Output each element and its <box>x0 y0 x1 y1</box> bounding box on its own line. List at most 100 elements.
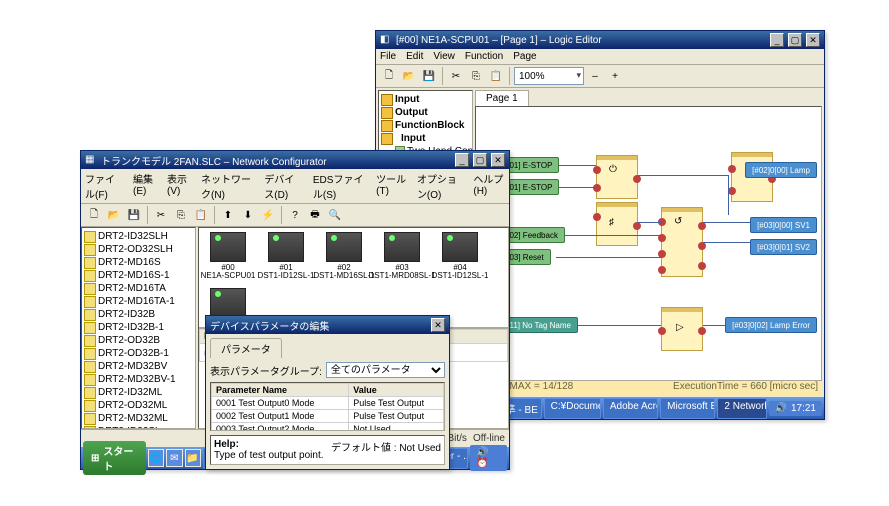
menu-edit[interactable]: Edit <box>406 51 423 62</box>
menu-item[interactable]: デバイス(D) <box>264 171 303 201</box>
tb-upload-icon[interactable]: ⬆ <box>219 206 237 224</box>
menu-item[interactable]: ヘルプ(H) <box>473 171 505 201</box>
fn-block-5[interactable]: ▷ <box>661 307 703 351</box>
tb-copy-icon[interactable]: ⎘ <box>467 67 485 85</box>
device-type-node[interactable]: DRT2-MD32BV-1 <box>84 373 193 386</box>
quicklaunch-icon[interactable]: ✉ <box>166 449 182 467</box>
tb-cut-icon[interactable]: ✂ <box>447 67 465 85</box>
quicklaunch-icon[interactable]: 🌐 <box>148 449 164 467</box>
device-type-node[interactable]: DRT2-OD32B <box>84 334 193 347</box>
network-device-map[interactable]: #00NE1A-SCPU01#01DST1-ID12SL-1#02DST1-MD… <box>199 228 508 328</box>
device-type-node[interactable]: DRT2-MD16S-1 <box>84 269 193 282</box>
tb-new-icon[interactable]: 🗋 <box>85 206 103 224</box>
device-icon[interactable]: #04DST1-ID12SL-1 <box>435 232 485 280</box>
menu-item[interactable]: ファイル(F) <box>85 171 123 201</box>
quicklaunch-icon[interactable]: 📁 <box>185 449 201 467</box>
minimize-button[interactable]: _ <box>770 33 784 47</box>
menu-item[interactable]: 表示(V) <box>167 171 191 201</box>
tb-download-icon[interactable]: ⬇ <box>239 206 257 224</box>
maximize-button[interactable]: ▢ <box>473 153 487 167</box>
tb-open-icon[interactable]: 📂 <box>105 206 123 224</box>
device-type-tree[interactable]: DRT2-ID32SLHDRT2-OD32SLHDRT2-MD16SDRT2-M… <box>81 227 196 429</box>
parameter-row[interactable]: 0002 Test Output1 ModePulse Test Output <box>212 410 444 423</box>
parameter-table[interactable]: Parameter Name Value 0001 Test Output0 M… <box>210 382 445 431</box>
device-icon[interactable]: #02DST1-MD16SL-1 <box>319 232 369 280</box>
tb-paste-icon[interactable]: 📋 <box>487 67 505 85</box>
start-button[interactable]: ⊞ スタート <box>83 441 146 475</box>
tb-cut-icon[interactable]: ✂ <box>152 206 170 224</box>
device-icon[interactable]: #03DST1-MRD08SL-1 <box>377 232 427 280</box>
menu-page[interactable]: Page <box>513 51 536 62</box>
tree-fb-group[interactable]: FunctionBlock <box>381 119 470 132</box>
system-tray[interactable]: 🔊 ⏰ <box>470 445 507 471</box>
logic-output-block[interactable]: [#03]0[00] SV1 <box>750 217 817 233</box>
system-tray[interactable]: 🔊 17:21 <box>769 401 822 416</box>
menu-item[interactable]: ツール(T) <box>376 171 407 201</box>
device-icon[interactable]: #00NE1A-SCPU01 <box>203 232 253 280</box>
logic-output-block[interactable]: [#02]0[00] Lamp <box>745 162 817 178</box>
device-icon[interactable]: #01DST1-ID12SL-1 <box>261 232 311 280</box>
device-type-node[interactable]: DRT2-MD16TA-1 <box>84 295 193 308</box>
tb-copy-icon[interactable]: ⎘ <box>172 206 190 224</box>
device-type-node[interactable]: DRT2-MD16S <box>84 256 193 269</box>
menu-item[interactable]: オプション(O) <box>417 171 463 201</box>
logic-canvas[interactable]: ⏻ ♯ ↺ ⊏ ▷ [#01]0[01] E-STOP[#01]0[01] E-… <box>475 106 822 381</box>
tb-online-icon[interactable]: ⚡ <box>259 206 277 224</box>
maximize-button[interactable]: ▢ <box>788 33 802 47</box>
zoom-combo[interactable]: 100% <box>514 67 584 85</box>
fn-block-1[interactable]: ⏻ <box>596 155 638 199</box>
tb-save-icon[interactable]: 💾 <box>125 206 143 224</box>
close-button[interactable]: ✕ <box>431 318 445 332</box>
fn-block-2[interactable]: ♯ <box>596 202 638 246</box>
taskbar-button[interactable]: C:¥Documents .. <box>544 398 601 419</box>
tb-find-icon[interactable]: 🔍 <box>326 206 344 224</box>
tb-paste-icon[interactable]: 📋 <box>192 206 210 224</box>
tab-page1[interactable]: Page 1 <box>475 90 529 106</box>
le-titlebar[interactable]: ◧ [#00] NE1A-SCPU01 – [Page 1] – Logic E… <box>376 31 824 49</box>
taskbar-button[interactable]: Microsoft Exce.. <box>660 398 715 419</box>
params-titlebar[interactable]: デバイスパラメータの編集 ✕ <box>206 316 449 334</box>
menu-function[interactable]: Function <box>465 51 503 62</box>
fn-block-3[interactable]: ↺ <box>661 207 703 277</box>
device-type-node[interactable]: DRT2-ID32SLH <box>84 230 193 243</box>
menu-item[interactable]: 編集(E) <box>133 171 157 201</box>
col-paramname[interactable]: Parameter Name <box>212 384 349 397</box>
tree-output-group[interactable]: Output <box>381 106 470 119</box>
device-type-node[interactable]: DRT2-OD32SLH <box>84 243 193 256</box>
tb-help-icon[interactable]: ? <box>286 206 304 224</box>
status-online: Off-line <box>473 433 505 444</box>
param-group-select[interactable]: 全てのパラメータ <box>326 362 445 378</box>
nc-titlebar[interactable]: ▦ トランクモデル 2FAN.SLC – Network Configurato… <box>81 151 509 169</box>
device-type-node[interactable]: DRT2-ID32B-1 <box>84 321 193 334</box>
col-value[interactable]: Value <box>349 384 444 397</box>
taskbar-button[interactable]: 2 Network C.. <box>717 398 766 419</box>
taskbar-button[interactable]: Adobe Acrobat.. <box>603 398 658 419</box>
menu-view[interactable]: View <box>433 51 455 62</box>
tb-print-icon[interactable]: 🖶 <box>306 206 324 224</box>
menu-file[interactable]: File <box>380 51 396 62</box>
device-type-node[interactable]: DRT2-ID32B <box>84 308 193 321</box>
parameter-row[interactable]: 0003 Test Output2 ModeNot Used <box>212 423 444 432</box>
close-button[interactable]: ✕ <box>491 153 505 167</box>
device-type-node[interactable]: DRT2-MD16TA <box>84 282 193 295</box>
device-type-node[interactable]: DRT2-ID32ML <box>84 386 193 399</box>
tab-parameters[interactable]: パラメータ <box>210 338 282 358</box>
device-type-node[interactable]: DRT2-MD32ML <box>84 412 193 425</box>
tb-zoomout-icon[interactable]: – <box>586 67 604 85</box>
device-type-node[interactable]: DRT2-OD32B-1 <box>84 347 193 360</box>
device-type-node[interactable]: DRT2-OD32ML <box>84 399 193 412</box>
close-button[interactable]: ✕ <box>806 33 820 47</box>
logic-output-block[interactable]: [#03]0[01] SV2 <box>750 239 817 255</box>
minimize-button[interactable]: _ <box>455 153 469 167</box>
menu-item[interactable]: ネットワーク(N) <box>201 171 254 201</box>
device-type-node[interactable]: DRT2-MD32BV <box>84 360 193 373</box>
tb-save-icon[interactable]: 💾 <box>420 67 438 85</box>
tb-zoomin-icon[interactable]: + <box>606 67 624 85</box>
logic-output-block[interactable]: [#03]0[02] Lamp Error <box>725 317 817 333</box>
tb-open-icon[interactable]: 📂 <box>400 67 418 85</box>
menu-item[interactable]: EDSファイル(S) <box>313 171 366 201</box>
parameter-row[interactable]: 0001 Test Output0 ModePulse Test Output <box>212 397 444 410</box>
tree-input-group[interactable]: Input <box>381 93 470 106</box>
tb-new-icon[interactable]: 🗋 <box>380 67 398 85</box>
tree-input-sub[interactable]: Input <box>381 132 470 145</box>
